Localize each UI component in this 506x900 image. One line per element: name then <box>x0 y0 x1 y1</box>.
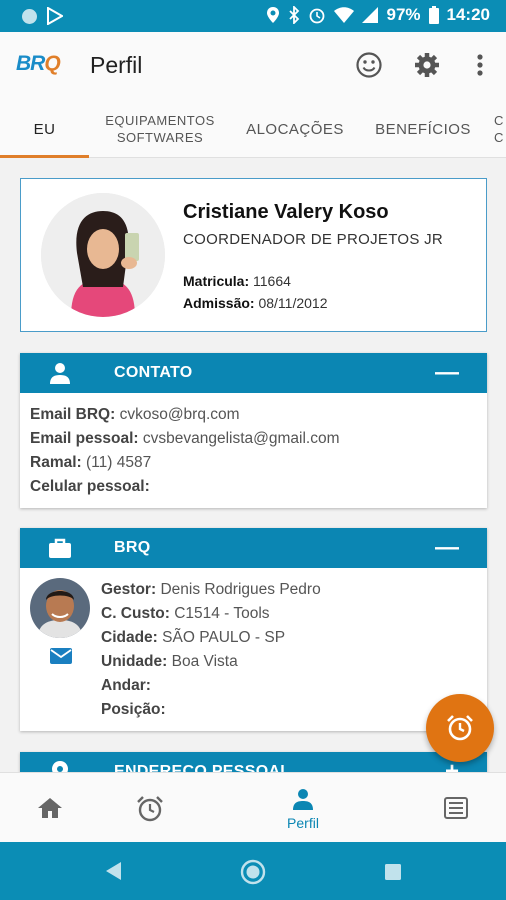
brq-gestor: Gestor: Denis Rodrigues Pedro <box>101 581 321 598</box>
endereco-title: ENDEREÇO PESSOAL <box>114 763 291 772</box>
tab-equipamentos-softwares[interactable]: EQUIPAMENTOS SOFTWARES <box>96 100 224 158</box>
tab-bar: EU EQUIPAMENTOS SOFTWARES ALOCAÇÕES BENEF… <box>0 100 506 158</box>
nav-perfil[interactable]: Perfil <box>263 773 343 843</box>
contato-title: CONTATO <box>114 364 193 381</box>
contato-section: CONTATO — Email BRQ: cvkoso@brq.com Emai… <box>20 353 487 508</box>
brq-header[interactable]: BRQ — <box>20 528 487 568</box>
play-store-icon <box>47 7 63 25</box>
contato-email-pessoal: Email pessoal: cvsbevangelista@gmail.com <box>30 430 340 447</box>
briefcase-icon <box>49 538 71 558</box>
home-icon <box>38 798 62 818</box>
brq-unidade: Unidade: Boa Vista <box>101 653 238 670</box>
list-icon <box>444 797 468 819</box>
tab-alocacoes[interactable]: ALOCAÇÕES <box>236 100 354 158</box>
more-menu-icon[interactable] <box>465 50 495 80</box>
location-icon <box>267 7 280 23</box>
signal-icon <box>362 7 379 23</box>
back-icon[interactable] <box>104 861 122 881</box>
nav-home[interactable] <box>10 773 90 843</box>
endereco-section: ENDEREÇO PESSOAL + <box>20 752 487 772</box>
brq-logo: BRQ <box>16 52 61 75</box>
tab-next[interactable]: CC <box>494 100 506 158</box>
battery-icon <box>428 6 439 24</box>
bottom-navigation: Perfil <box>0 772 506 842</box>
contato-email-brq: Email BRQ: cvkoso@brq.com <box>30 406 240 423</box>
contato-celular: Celular pessoal: <box>30 478 150 495</box>
alarm-fab-button[interactable] <box>426 694 494 762</box>
brq-title: BRQ <box>114 539 151 556</box>
person-icon <box>50 363 70 384</box>
settings-gear-icon[interactable] <box>412 50 442 80</box>
alarm-status-icon <box>310 8 325 24</box>
profile-matricula: Matricula: 11664 <box>183 273 291 289</box>
profile-avatar <box>41 193 165 317</box>
brq-andar: Andar: <box>101 677 151 694</box>
status-bar: 97% 14:20 <box>0 0 506 32</box>
brq-section: BRQ — Gestor: Denis Rodrigues Pedro C. C… <box>20 528 487 731</box>
contato-ramal: Ramal: (11) 4587 <box>30 454 152 471</box>
page-title: Perfil <box>90 52 143 78</box>
smiley-icon[interactable] <box>354 50 384 80</box>
home-circle-icon[interactable] <box>240 859 266 885</box>
profile-admissao: Admissão: 08/11/2012 <box>183 295 328 311</box>
nav-perfil-label: Perfil <box>287 815 319 831</box>
email-icon[interactable] <box>50 648 72 664</box>
wifi-icon <box>334 7 355 23</box>
battery-percentage: 97% <box>386 5 421 24</box>
collapse-toggle[interactable]: — <box>435 361 459 385</box>
tab-eu[interactable]: EU <box>0 100 89 158</box>
profile-content[interactable]: Cristiane Valery Koso COORDENADOR DE PRO… <box>0 158 506 772</box>
profile-card: Cristiane Valery Koso COORDENADOR DE PRO… <box>20 178 487 332</box>
location-pin-icon <box>52 761 68 772</box>
brq-centro-custo: C. Custo: C1514 - Tools <box>101 605 270 622</box>
system-navigation-bar <box>0 842 506 900</box>
manager-avatar <box>30 578 90 638</box>
nav-list[interactable] <box>416 773 496 843</box>
collapse-toggle[interactable]: — <box>435 536 459 560</box>
tab-beneficios[interactable]: BENEFÍCIOS <box>364 100 482 158</box>
nav-alarm[interactable] <box>110 773 190 843</box>
alarm-clock-icon <box>447 715 473 741</box>
endereco-header[interactable]: ENDEREÇO PESSOAL + <box>20 752 487 772</box>
brq-cidade: Cidade: SÃO PAULO - SP <box>101 629 286 646</box>
app-bar: BRQ Perfil <box>0 32 506 100</box>
profile-role: COORDENADOR DE PROJETOS JR <box>183 231 444 248</box>
bluetooth-icon <box>289 6 300 24</box>
recents-icon[interactable] <box>384 863 402 881</box>
notification-dot-icon <box>22 8 37 24</box>
brq-posicao: Posição: <box>101 701 166 718</box>
clock: 14:20 <box>446 5 490 24</box>
person-icon <box>293 789 313 810</box>
alarm-clock-icon <box>137 796 163 822</box>
profile-name: Cristiane Valery Koso <box>183 201 389 223</box>
contato-header[interactable]: CONTATO — <box>20 353 487 393</box>
